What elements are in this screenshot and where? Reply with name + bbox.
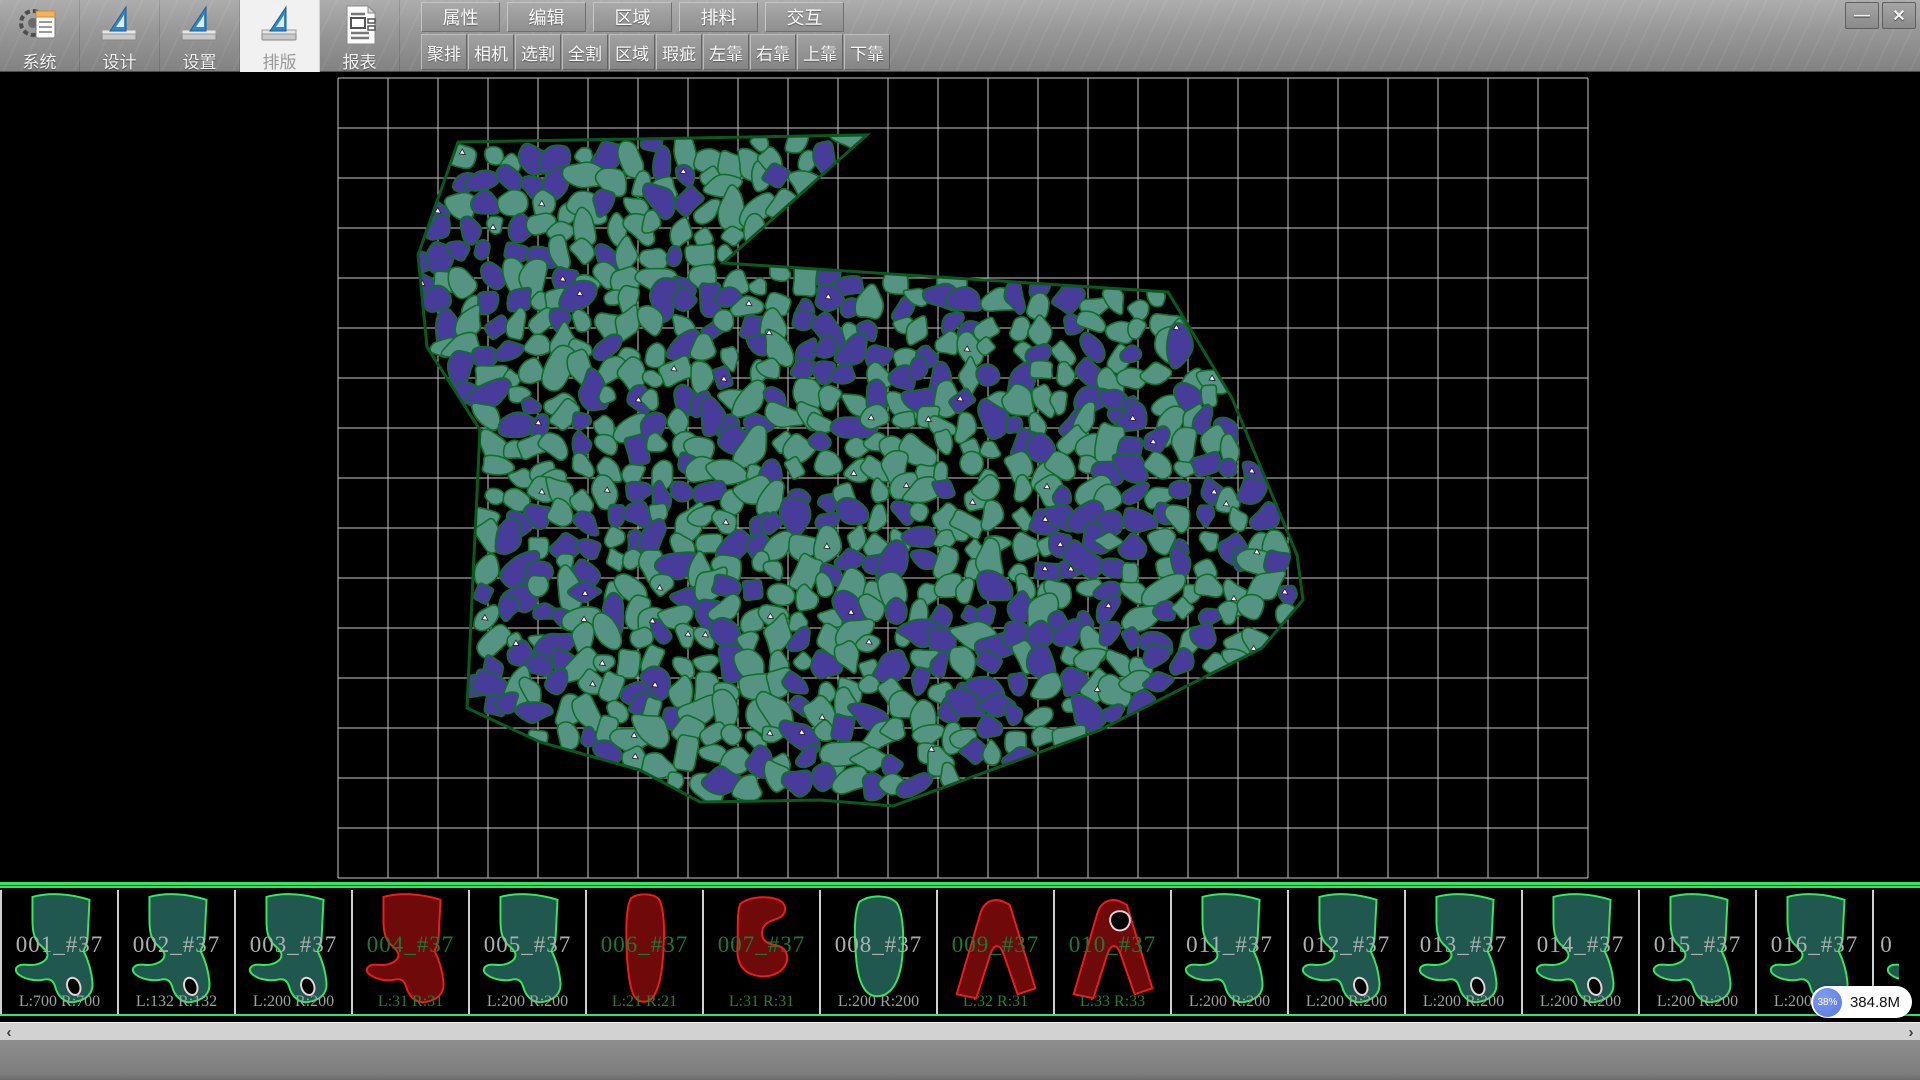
strip-accent-line [0,882,1920,890]
piece-name: 001_#37 [2,932,117,958]
thumbnail-cell[interactable]: 002_#37 L:132 R:132 [119,890,236,1014]
piece-name: 006_#37 [587,932,702,958]
thumbnail-cell[interactable]: 005_#37 L:200 R:200 [470,890,587,1014]
tool-cluster-nest[interactable]: 聚排 [421,34,467,70]
piece-name: 009_#37 [938,932,1053,958]
thumbnail-cell[interactable]: 013_#37 L:200 R:200 [1406,890,1523,1014]
piece-lr-count: L:200 R:200 [1172,993,1287,1011]
piece-name: 0 [1874,932,1899,958]
piece-lr-count: L:200 R:200 [1523,993,1638,1011]
nesting-canvas[interactable] [0,72,1920,882]
app-button-report[interactable]: 报表 [320,0,400,72]
app-label: 报表 [343,48,377,73]
piece-lr-count: L:200 R:200 [1640,993,1755,1011]
tool-bar: 聚排相机选割全割区域瑕疵左靠右靠上靠下靠 [421,34,890,70]
menu-properties[interactable]: 属性 [421,2,500,32]
menu-nesting[interactable]: 排料 [679,2,758,32]
piece-name: 012_#37 [1289,932,1404,958]
thumbnail-cell[interactable]: 015_#37 L:200 R:200 [1640,890,1757,1014]
piece-lr-count: L:31 R:31 [353,993,468,1011]
piece-name: 008_#37 [821,932,936,958]
thumbnail-cell[interactable]: 001_#37 L:700 R:700 [2,890,119,1014]
layout-icon [257,4,303,46]
thumbnail-cell[interactable]: 012_#37 L:200 R:200 [1289,890,1406,1014]
piece-lr-count: L:200 R:200 [821,993,936,1011]
piece-name: 010_#37 [1055,932,1170,958]
app-label: 设置 [183,48,217,73]
scroll-left-arrow[interactable]: ‹ [0,1023,18,1041]
tool-defect[interactable]: 瑕疵 [656,34,702,70]
piece-lr-count: L:200 R:200 [236,993,351,1011]
thumbnail-cell[interactable]: 014_#37 L:200 R:200 [1523,890,1640,1014]
app-label: 排版 [263,48,297,73]
tool-align-left[interactable]: 左靠 [703,34,749,70]
piece-lr-count: L:33 R:33 [1055,993,1170,1011]
piece-lr-count: L:32 R:31 [938,993,1053,1011]
report-icon [337,4,383,46]
piece-name: 013_#37 [1406,932,1521,958]
piece-name: 014_#37 [1523,932,1638,958]
memory-badge: 38% 384.8M [1811,986,1912,1018]
piece-thumbnail-strip: 001_#37L:700 R:700002_#37L:132 R:132003_… [0,882,1920,1022]
strip-accent-line-bottom [0,1014,1920,1016]
piece-name: 016_#37 [1757,932,1872,958]
horizontal-scrollbar[interactable]: ‹ › [0,1022,1920,1040]
piece-name: 005_#37 [470,932,585,958]
tool-region-tool[interactable]: 区域 [609,34,655,70]
piece-name: 002_#37 [119,932,234,958]
app-button-layout[interactable]: 排版 [240,0,320,72]
app-label: 设计 [103,48,137,73]
tool-align-bottom[interactable]: 下靠 [844,34,890,70]
menu-region[interactable]: 区域 [593,2,672,32]
tool-select-cut[interactable]: 选割 [515,34,561,70]
thumbnail-row: 001_#37L:700 R:700002_#37L:132 R:132003_… [0,890,1920,1014]
piece-name: 007_#37 [704,932,819,958]
app-button-design[interactable]: 设计 [80,0,160,72]
thumbnail-cell[interactable]: 003_#37 L:200 R:200 [236,890,353,1014]
scroll-right-arrow[interactable]: › [1902,1023,1920,1041]
tool-align-top[interactable]: 上靠 [797,34,843,70]
piece-lr-count: L:200 R:200 [470,993,585,1011]
system-icon [17,4,63,46]
menu-interactive[interactable]: 交互 [765,2,844,32]
close-button[interactable]: ✕ [1882,2,1916,29]
thumbnail-cell[interactable]: 004_#37 L:31 R:31 [353,890,470,1014]
thumbnail-cell[interactable]: 007_#37 L:31 R:31 [704,890,821,1014]
app-button-settings[interactable]: 设置 [160,0,240,72]
thumbnail-cell[interactable]: 006_#37 L:21 R:21 [587,890,704,1014]
thumbnail-cell[interactable]: 009_#37 L:32 R:31 [938,890,1055,1014]
piece-name: 003_#37 [236,932,351,958]
thumbnail-cell[interactable]: 008_#37 L:200 R:200 [821,890,938,1014]
minimize-button[interactable]: — [1845,2,1879,29]
app-label: 系统 [23,48,57,73]
canvas-drawing[interactable] [0,72,1920,882]
memory-value: 384.8M [1850,994,1900,1011]
settings-icon [177,4,223,46]
piece-lr-count: L:700 R:700 [2,993,117,1011]
window-controls: — ✕ [1845,2,1916,29]
piece-name: 004_#37 [353,932,468,958]
app-bar: 系统 设计 设置 排版 报表 [0,0,400,72]
thumbnail-cell[interactable]: 011_#37 L:200 R:200 [1172,890,1289,1014]
piece-lr-count: L:21 R:21 [587,993,702,1011]
progress-indicator: 38% [1813,988,1842,1017]
app-button-system[interactable]: 系统 [0,0,80,72]
piece-name: 015_#37 [1640,932,1755,958]
nested-pieces[interactable] [410,122,1298,807]
menu-bar: 属性编辑区域排料交互 [421,2,844,32]
piece-lr-count: L:132 R:132 [119,993,234,1011]
piece-lr-count: L:200 R:200 [1289,993,1404,1011]
thumbnail-cell[interactable]: 010_#37 L:33 R:33 [1055,890,1172,1014]
status-bar [0,1040,1920,1080]
piece-lr-count: L:31 R:31 [704,993,819,1011]
tool-camera[interactable]: 相机 [468,34,514,70]
menu-edit[interactable]: 编辑 [507,2,586,32]
tool-align-right[interactable]: 右靠 [750,34,796,70]
design-icon [97,4,143,46]
piece-lr-count: L:200 R:200 [1406,993,1521,1011]
piece-name: 011_#37 [1172,932,1287,958]
tool-full-cut[interactable]: 全割 [562,34,608,70]
toolbar: 系统 设计 设置 排版 报表 属性编辑区域排料交互 聚排相机选割全割区域瑕疵左靠右靠上靠… [0,0,1920,72]
